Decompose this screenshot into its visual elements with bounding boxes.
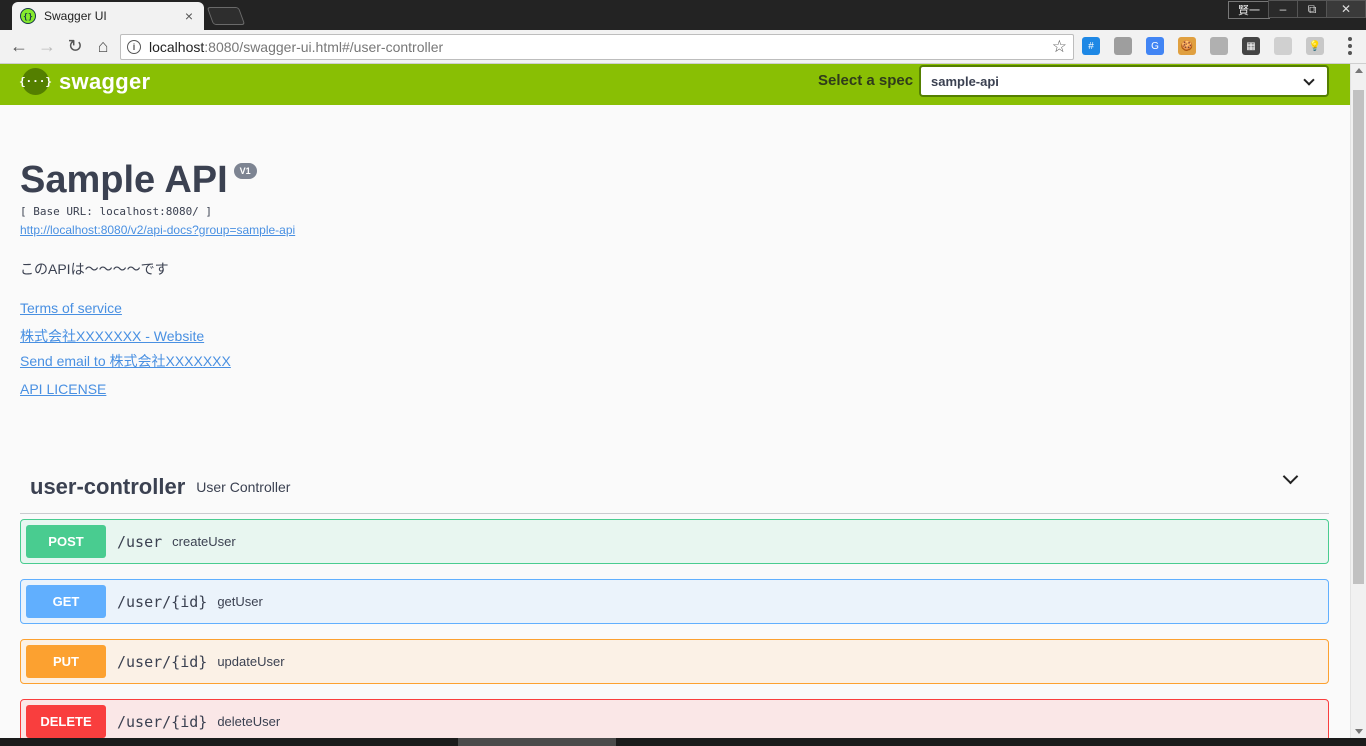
swagger-logo[interactable]: {···} swagger xyxy=(19,68,151,95)
browser-tab-strip: {} Swagger UI × 賢一 – ⧉ ✕ xyxy=(0,0,1366,30)
swagger-logo-text: swagger xyxy=(59,68,151,94)
api-title-row: Sample API V1 xyxy=(20,158,1320,202)
collapse-chevron-icon[interactable] xyxy=(1282,468,1299,485)
url-host: localhost xyxy=(149,39,205,55)
api-description: このAPIは～～～～です xyxy=(20,261,169,277)
page-title: Sample API xyxy=(20,159,228,201)
url-path: :8080/swagger-ui.html#/user-controller xyxy=(204,39,444,55)
operation-path: /user/{id} xyxy=(117,652,208,671)
website-link[interactable]: 株式会社XXXXXXX - Website xyxy=(20,326,1320,346)
address-bar[interactable]: i localhost:8080/swagger-ui.html#/user-c… xyxy=(120,34,1074,60)
operation-summary: getUser xyxy=(217,594,263,609)
minimize-icon[interactable]: – xyxy=(1268,0,1298,18)
circle-extension-icon[interactable] xyxy=(1114,37,1132,55)
select-spec-label: Select a spec xyxy=(818,72,914,89)
reload-icon[interactable]: ↻ xyxy=(62,34,88,60)
version-badge: V1 xyxy=(233,163,257,179)
contact-email-link[interactable]: Send email to 株式会社XXXXXXX xyxy=(20,351,1320,371)
swagger-favicon-icon: {} xyxy=(20,8,36,24)
terms-of-service-link[interactable]: Terms of service xyxy=(20,300,1320,316)
operation-summary: createUser xyxy=(172,534,236,549)
spec-select[interactable]: sample-api xyxy=(919,65,1329,97)
profile-button[interactable]: 賢一 xyxy=(1228,1,1270,19)
base-url: [ Base URL: localhost:8080/ ] xyxy=(20,205,213,218)
card-extension-icon[interactable] xyxy=(1210,37,1228,55)
tab-title: Swagger UI xyxy=(44,9,107,23)
operation-put-user[interactable]: PUT /user/{id} updateUser xyxy=(20,639,1329,684)
api-docs-link[interactable]: http://localhost:8080/v2/api-docs?group=… xyxy=(20,223,1320,237)
browser-tab[interactable]: {} Swagger UI × xyxy=(12,2,204,30)
operation-post-user[interactable]: POST /user createUser xyxy=(20,519,1329,564)
method-badge: GET xyxy=(26,585,106,618)
forward-arrow-icon[interactable]: → xyxy=(34,34,60,60)
lightbulb-extension-icon[interactable]: 💡 xyxy=(1306,37,1324,55)
home-icon[interactable]: ⌂ xyxy=(90,34,116,60)
url-text: localhost:8080/swagger-ui.html#/user-con… xyxy=(149,39,443,55)
qr-code-extension-icon[interactable]: ▦ xyxy=(1242,37,1260,55)
browser-menu-icon[interactable] xyxy=(1348,37,1352,55)
method-badge: POST xyxy=(26,525,106,558)
os-taskbar xyxy=(0,738,1366,746)
site-info-icon[interactable]: i xyxy=(127,40,141,54)
swagger-topbar: {···} swagger Select a spec sample-api xyxy=(0,64,1350,105)
hash-extension-icon[interactable]: # xyxy=(1082,37,1100,55)
scrollbar-thumb[interactable] xyxy=(1353,90,1364,584)
operation-summary: deleteUser xyxy=(217,714,281,729)
page-scrollbar[interactable] xyxy=(1350,64,1366,738)
bookmark-star-icon[interactable]: ☆ xyxy=(1052,37,1067,57)
scroll-up-arrow-icon[interactable] xyxy=(1355,68,1363,73)
tab-close-icon[interactable]: × xyxy=(182,8,196,24)
taskbar-active-item[interactable] xyxy=(458,738,616,746)
chevron-down-icon xyxy=(1303,74,1315,86)
swagger-logo-icon: {···} xyxy=(19,68,52,95)
operation-path: /user/{id} xyxy=(117,592,208,611)
api-info: Sample API V1 [ Base URL: localhost:8080… xyxy=(20,158,1320,397)
method-badge: PUT xyxy=(26,645,106,678)
window-close-icon[interactable]: ✕ xyxy=(1326,0,1366,18)
window-controls: – ⧉ ✕ xyxy=(1268,0,1366,18)
license-link[interactable]: API LICENSE xyxy=(20,381,1320,397)
operation-get-user[interactable]: GET /user/{id} getUser xyxy=(20,579,1329,624)
spec-select-value: sample-api xyxy=(931,73,999,89)
document-extension-icon[interactable] xyxy=(1274,37,1292,55)
tag-description: User Controller xyxy=(196,478,291,495)
method-badge: DELETE xyxy=(26,705,106,738)
tag-name: user-controller xyxy=(30,473,186,499)
operation-path: /user xyxy=(117,532,163,551)
operation-path: /user/{id} xyxy=(117,712,208,731)
operation-summary: updateUser xyxy=(217,654,285,669)
translate-extension-icon[interactable]: G xyxy=(1146,37,1164,55)
new-tab-button[interactable] xyxy=(206,7,246,25)
tag-header-user-controller[interactable]: user-controller User Controller xyxy=(20,460,1329,514)
extension-icons: # G 🍪 ▦ 💡 xyxy=(1082,37,1338,55)
browser-toolbar: ← → ↻ ⌂ i localhost:8080/swagger-ui.html… xyxy=(0,30,1366,64)
restore-icon[interactable]: ⧉ xyxy=(1297,0,1327,18)
cookie-extension-icon[interactable]: 🍪 xyxy=(1178,37,1196,55)
back-arrow-icon[interactable]: ← xyxy=(6,34,32,60)
scroll-down-arrow-icon[interactable] xyxy=(1355,729,1363,734)
